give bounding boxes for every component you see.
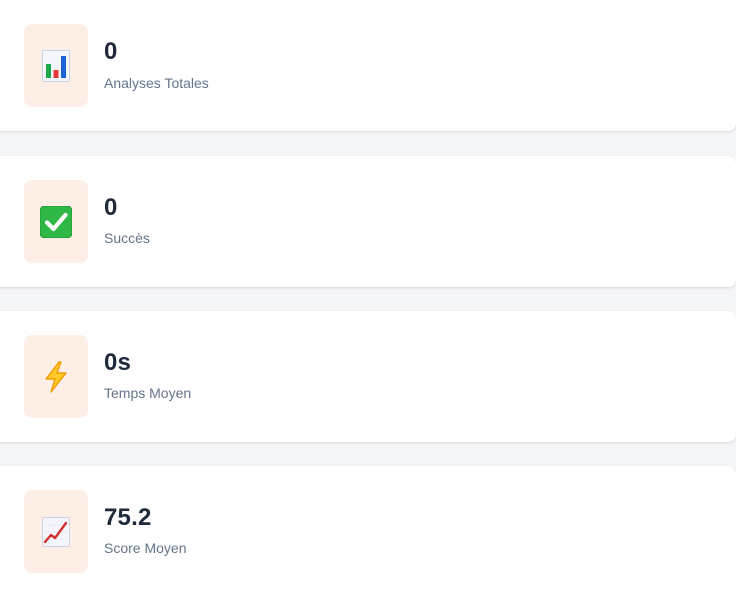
stat-card-average-score: 75.2 Score Moyen xyxy=(0,466,736,597)
stat-label: Score Moyen xyxy=(104,540,187,556)
bar-chart-icon xyxy=(42,49,70,82)
stat-label: Temps Moyen xyxy=(104,385,192,401)
trending-up-chart-icon xyxy=(42,516,70,547)
stat-icon-container xyxy=(24,335,88,418)
stat-icon-container xyxy=(24,490,88,573)
check-mark-icon xyxy=(40,205,72,238)
stat-card-average-time: 0s Temps Moyen xyxy=(0,311,736,442)
stat-value: 0 xyxy=(104,38,118,65)
stat-icon-container xyxy=(24,180,88,263)
lightning-icon xyxy=(42,360,70,393)
stat-value: 0s xyxy=(104,349,132,376)
stat-icon-container xyxy=(24,24,88,107)
stat-label: Succès xyxy=(104,230,150,246)
stat-value: 75.2 xyxy=(104,504,152,531)
stat-card-successes: 0 Succès xyxy=(0,156,736,287)
stat-card-total-analyses: 0 Analyses Totales xyxy=(0,0,736,131)
stat-value: 0 xyxy=(104,194,118,221)
stat-label: Analyses Totales xyxy=(104,75,209,91)
